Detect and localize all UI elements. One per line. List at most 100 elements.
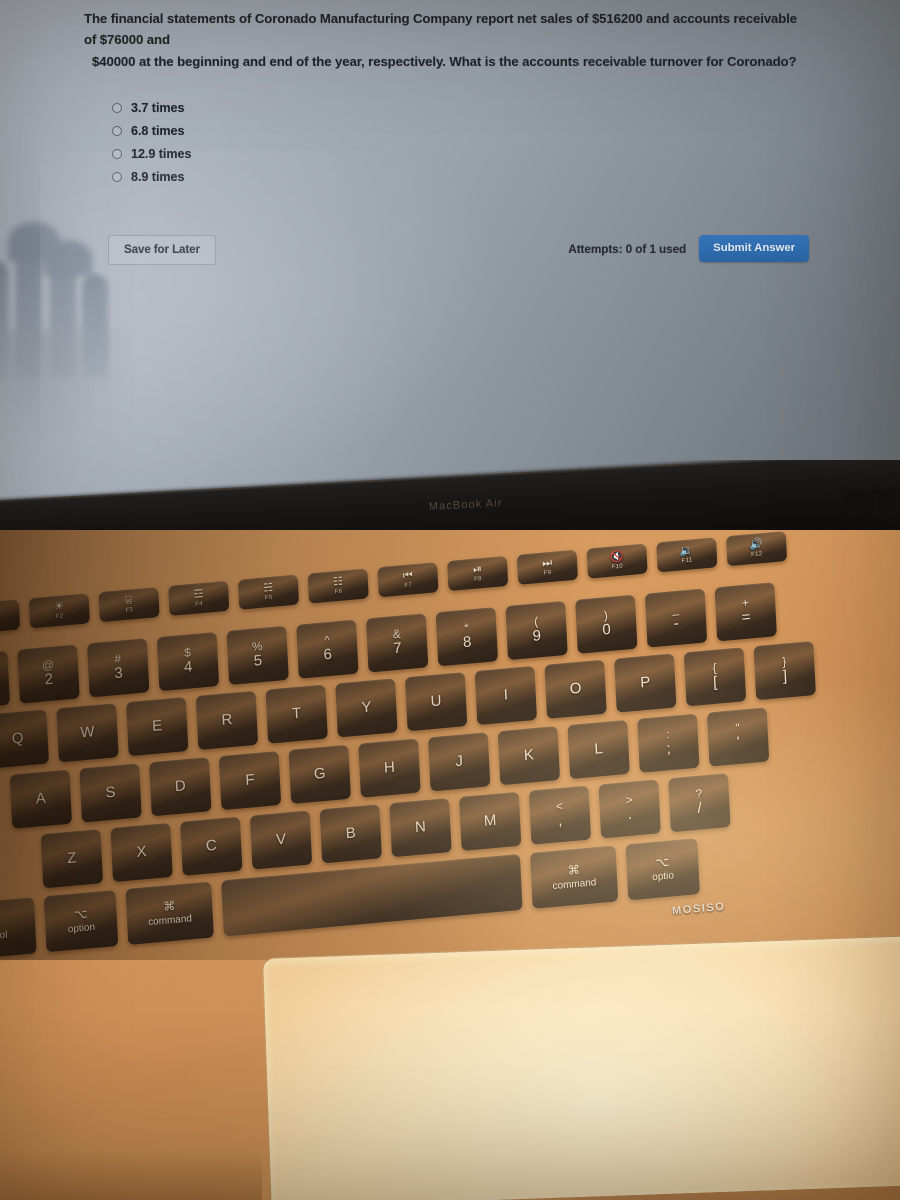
key-u[interactable]: U <box>404 672 468 732</box>
option-key-left-icon: ⌥ <box>73 906 88 922</box>
key--[interactable]: _ - <box>644 588 708 648</box>
key-function-label: F4 <box>195 601 203 608</box>
key-keyboard-brightness-up[interactable]: ☷ F6 <box>307 568 369 604</box>
key-b[interactable]: B <box>319 804 383 864</box>
radio-button-icon[interactable] <box>112 125 122 136</box>
key-h[interactable]: H <box>358 738 421 798</box>
key-.[interactable]: >. <box>598 779 661 839</box>
key-[[interactable]: {[ <box>683 647 747 707</box>
key-function-label: F11 <box>681 557 693 565</box>
key-,[interactable]: <, <box>528 785 592 845</box>
answer-option-3[interactable]: 12.9 times <box>112 142 824 165</box>
key-option-key-left[interactable]: ⌥ option <box>43 889 119 953</box>
key-s[interactable]: S <box>79 763 142 823</box>
key-secondary-label: > <box>625 792 634 808</box>
key-launchpad[interactable]: ☲ F4 <box>168 580 230 617</box>
key-control-key[interactable]: ^ntrol <box>0 897 37 960</box>
key-primary-label: I <box>503 686 509 704</box>
key-mute[interactable]: 🔇 F10 <box>586 543 648 579</box>
key-primary-label: 0 <box>601 621 612 639</box>
key-g[interactable]: G <box>288 744 351 804</box>
submit-answer-button[interactable]: Submit Answer <box>699 235 809 263</box>
key-4[interactable]: $4 <box>156 631 220 692</box>
key-e[interactable]: E <box>125 696 189 757</box>
attempts-counter: Attempts: 0 of 1 used <box>568 241 687 256</box>
reflection-fade <box>0 330 140 450</box>
key-f[interactable]: F <box>218 750 282 811</box>
key-volume-up[interactable]: 🔊 F12 <box>725 530 788 567</box>
key-a[interactable]: A <box>9 769 73 829</box>
key-secondary-label: ) <box>603 608 609 623</box>
key-2[interactable]: @2 <box>17 644 80 704</box>
key-'[interactable]: " ' <box>706 707 770 767</box>
key-k[interactable]: K <box>497 726 561 786</box>
key-j[interactable]: J <box>427 732 491 792</box>
answer-option-1[interactable]: 3.7 times <box>112 96 824 119</box>
key-p[interactable]: P <box>614 653 677 713</box>
question-line-2: $40000 at the beginning and end of the y… <box>92 53 797 69</box>
key-r[interactable]: R <box>195 690 259 751</box>
key-0[interactable]: ) 0 <box>575 594 638 654</box>
key-mission-control[interactable]: ⌸ F3 <box>98 586 160 623</box>
key-primary-label: 2 <box>44 670 54 689</box>
key-brightness-up[interactable]: ☀ F2 <box>28 593 90 629</box>
key-q[interactable]: Q <box>0 709 50 769</box>
key-=[interactable]: + = <box>714 582 777 642</box>
key-secondary-label: } <box>781 654 787 670</box>
key-3[interactable]: #3 <box>86 638 150 698</box>
key-1[interactable]: !1 <box>0 650 11 710</box>
key-l[interactable]: L <box>567 719 630 780</box>
key-modifier-label: option <box>67 922 96 936</box>
save-for-later-button[interactable]: Save for Later <box>108 235 216 266</box>
key-][interactable]: }] <box>753 640 816 701</box>
key-primary-label: . <box>627 805 633 824</box>
key-next-track[interactable]: ⏭ F9 <box>516 549 579 585</box>
key-primary-label: F <box>244 770 255 789</box>
key-7[interactable]: & 7 <box>365 613 429 673</box>
key-command-key-left[interactable]: ⌘ command <box>125 881 214 946</box>
key-previous-track[interactable]: ⏮ F7 <box>377 562 439 598</box>
key-;[interactable]: :; <box>637 713 700 773</box>
trackpad[interactable] <box>262 934 900 1200</box>
key-m[interactable]: M <box>458 791 522 852</box>
key-z[interactable]: Z <box>40 829 104 889</box>
key-command-key-right[interactable]: ⌘ command <box>529 845 619 909</box>
key-d[interactable]: D <box>149 757 212 817</box>
key-t[interactable]: T <box>265 684 328 744</box>
key-y[interactable]: Y <box>335 678 398 738</box>
radio-button-icon[interactable] <box>112 102 122 113</box>
mission-control-icon: ⌸ <box>125 594 133 607</box>
key-function-label: F12 <box>751 551 763 559</box>
key-/[interactable]: ? / <box>668 773 731 833</box>
key-option-key-right[interactable]: ⌥ optio <box>625 838 700 901</box>
key-v[interactable]: V <box>249 810 313 870</box>
key-volume-down[interactable]: 🔉 F11 <box>656 537 718 573</box>
key-keyboard-brightness-down[interactable]: ☵ F5 <box>237 574 300 610</box>
key-c[interactable]: C <box>180 816 243 876</box>
key-secondary-label: ^ <box>323 633 331 648</box>
key-primary-label: S <box>105 783 116 802</box>
key-primary-label: ] <box>782 667 788 686</box>
keyboard-brightness-down-icon: ☵ <box>263 581 274 595</box>
key-brightness-down[interactable]: ☀F1 <box>0 599 21 635</box>
key-primary-label: 8 <box>462 633 472 652</box>
key-i[interactable]: I <box>474 665 538 726</box>
answer-option-label: 12.9 times <box>131 146 192 161</box>
key-play-pause[interactable]: ⏯ F8 <box>447 555 509 592</box>
radio-button-icon[interactable] <box>112 148 122 159</box>
answer-option-2[interactable]: 6.8 times <box>112 119 824 142</box>
key-function-label: F9 <box>543 569 552 577</box>
key-secondary-label: % <box>251 639 263 655</box>
key-6[interactable]: ^ 6 <box>296 619 359 679</box>
key-o[interactable]: O <box>544 659 607 719</box>
key-primary-label: T <box>291 704 302 723</box>
radio-button-icon[interactable] <box>112 171 122 182</box>
key-5[interactable]: % 5 <box>226 625 289 686</box>
key-x[interactable]: X <box>110 822 173 883</box>
key-w[interactable]: W <box>56 703 119 763</box>
answer-option-4[interactable]: 8.9 times <box>112 165 824 188</box>
launchpad-icon: ☲ <box>193 587 204 601</box>
key-9[interactable]: (9 <box>505 600 568 661</box>
key-n[interactable]: N <box>389 797 452 858</box>
key-8[interactable]: * 8 <box>435 607 499 667</box>
